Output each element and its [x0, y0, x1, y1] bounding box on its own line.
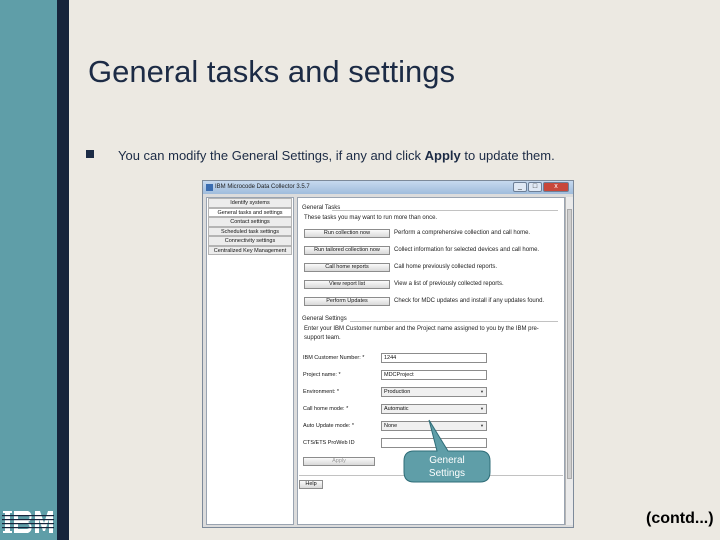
project-name-label: Project name: *: [303, 372, 341, 378]
cts-proweb-id-field[interactable]: [381, 438, 487, 448]
nav-item-general-tasks[interactable]: General tasks and settings: [208, 207, 292, 217]
nav-panel: Identify systems General tasks and setti…: [206, 197, 294, 525]
apply-button[interactable]: Apply: [303, 457, 375, 466]
task-desc: Collect information for selected devices…: [394, 247, 540, 253]
settings-intro-line1: Enter your IBM Customer number and the P…: [304, 326, 539, 332]
bullet-text: You can modify the General Settings, if …: [118, 148, 555, 163]
nav-item-identify-systems[interactable]: Identify systems: [208, 198, 292, 208]
content-scrollbar[interactable]: [565, 197, 573, 525]
maximize-button[interactable]: □: [528, 182, 542, 192]
mdc-window: IBM Microcode Data Collector 3.5.7 _ □ x…: [202, 180, 574, 528]
bullet-text-bold: Apply: [424, 148, 461, 163]
cts-proweb-id-label: CTS/ETS ProWeb ID: [303, 440, 355, 446]
general-tasks-divider: [332, 210, 558, 211]
customer-number-field[interactable]: 1244: [381, 353, 487, 363]
contd-label: (contd...): [646, 510, 714, 527]
app-icon: [206, 184, 213, 191]
call-home-mode-label: Call home mode: *: [303, 406, 349, 412]
project-name-field[interactable]: MDCProject: [381, 370, 487, 380]
nav-item-key-management[interactable]: Centralized Key Management: [208, 245, 292, 255]
nav-item-contact-settings[interactable]: Contact settings: [208, 217, 292, 227]
left-accent-bar: [0, 0, 57, 540]
auto-update-mode-select[interactable]: None: [381, 421, 487, 431]
call-home-mode-select[interactable]: Automatic: [381, 404, 487, 414]
scrollbar-thumb[interactable]: [567, 209, 572, 479]
help-button[interactable]: Help: [299, 480, 323, 489]
run-collection-button[interactable]: Run collection now: [304, 229, 390, 238]
close-button[interactable]: x: [543, 182, 569, 192]
call-home-reports-button[interactable]: Call home reports: [304, 263, 390, 272]
run-tailored-collection-button[interactable]: Run tailored collection now: [304, 246, 390, 255]
view-report-list-button[interactable]: View report list: [304, 280, 390, 289]
nav-item-scheduled-task-settings[interactable]: Scheduled task settings: [208, 226, 292, 236]
task-desc: View a list of previously collected repo…: [394, 281, 504, 287]
window-title: IBM Microcode Data Collector 3.5.7: [215, 184, 310, 190]
bullet-marker: [86, 150, 94, 158]
customer-number-label: IBM Customer Number: *: [303, 355, 365, 361]
settings-intro-line2: support team.: [304, 335, 341, 341]
left-dark-bar: [57, 0, 69, 540]
ibm-logo: [2, 511, 54, 533]
task-desc: Call home previously collected reports.: [394, 264, 498, 270]
nav-item-connectivity-settings[interactable]: Connectivity settings: [208, 236, 292, 246]
perform-updates-button[interactable]: Perform Updates: [304, 297, 390, 306]
callout-line2: Settings: [428, 468, 466, 479]
window-titlebar: IBM Microcode Data Collector 3.5.7 _ □ x: [203, 181, 573, 194]
task-desc: Perform a comprehensive collection and c…: [394, 230, 531, 236]
slide-title: General tasks and settings: [88, 54, 456, 89]
environment-label: Environment: *: [303, 389, 340, 395]
callout-text: General Settings: [412, 454, 482, 480]
callout-line1: General: [429, 455, 465, 466]
auto-update-mode-label: Auto Update mode: *: [303, 423, 355, 429]
bullet-text-start: You can modify the General Settings, if …: [118, 148, 425, 163]
general-settings-divider: [350, 321, 558, 322]
minimize-button[interactable]: _: [513, 182, 527, 192]
general-settings-header: General Settings: [302, 316, 347, 322]
tasks-intro: These tasks you may want to run more tha…: [304, 215, 438, 221]
bullet-text-end: to update them.: [460, 148, 555, 163]
task-desc: Check for MDC updates and install if any…: [394, 298, 545, 304]
environment-select[interactable]: Production: [381, 387, 487, 397]
